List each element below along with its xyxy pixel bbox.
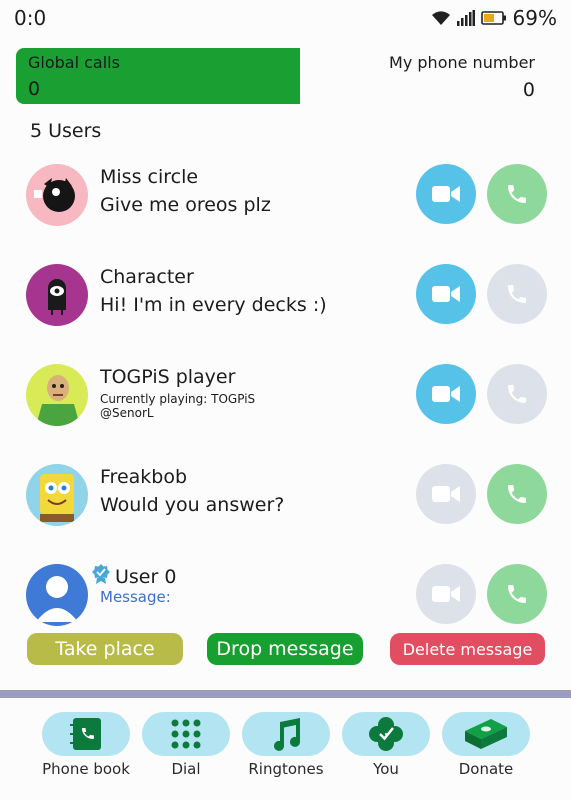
voice-call-button[interactable] — [487, 164, 547, 224]
video-call-button[interactable] — [416, 264, 476, 324]
dial-pad-icon — [171, 719, 201, 749]
voice-call-button[interactable] — [487, 564, 547, 624]
voice-call-button[interactable] — [487, 464, 547, 524]
global-calls-card: Global calls 0 — [16, 48, 300, 104]
verified-badge-icon — [92, 564, 110, 584]
user-name: TOGPiS player — [100, 366, 236, 388]
phone-icon — [508, 285, 526, 303]
user-message: Message: — [100, 588, 171, 606]
nav-pill — [442, 712, 530, 756]
video-call-button[interactable] — [416, 164, 476, 224]
nav-label: Phone book — [42, 760, 130, 778]
drop-message-button[interactable]: Drop message — [207, 633, 363, 665]
nav-pill — [342, 712, 430, 756]
phone-icon — [508, 585, 526, 603]
clover-check-icon — [369, 717, 403, 751]
nav-pill — [42, 712, 130, 756]
nav-pill — [142, 712, 230, 756]
avatar — [26, 464, 88, 526]
list-item[interactable]: Character Hi! I'm in every decks :) — [0, 264, 571, 344]
phone-icon — [508, 485, 526, 503]
user-name: Freakbob — [100, 466, 188, 488]
users-count: 5 Users — [30, 120, 102, 142]
list-item[interactable]: Miss circle Give me oreos plz — [0, 164, 571, 244]
take-place-button[interactable]: Take place — [27, 633, 183, 665]
music-note-icon — [274, 718, 300, 751]
avatar — [26, 564, 88, 626]
nav-phone-book[interactable]: Phone book — [42, 712, 132, 792]
list-item[interactable]: TOGPiS player Currently playing: TOGPiS … — [0, 364, 571, 444]
divider — [0, 690, 571, 698]
nav-label: Dial — [171, 760, 201, 778]
user-message: Hi! I'm in every decks :) — [100, 294, 327, 316]
list-item[interactable]: Freakbob Would you answer? — [0, 464, 571, 544]
video-camera-icon — [432, 386, 460, 402]
status-bar: 0:0 69% — [0, 0, 571, 36]
global-calls-label: Global calls — [28, 53, 120, 72]
nav-you[interactable]: You — [342, 712, 432, 792]
user-message: Give me oreos plz — [100, 194, 271, 216]
voice-call-button[interactable] — [487, 264, 547, 324]
status-time: 0:0 — [14, 6, 47, 30]
phone-number-value: 0 — [522, 79, 535, 101]
video-camera-icon — [432, 186, 460, 202]
nav-donate[interactable]: Donate — [442, 712, 532, 792]
avatar — [26, 364, 88, 426]
video-camera-icon — [432, 586, 460, 602]
user-message: Currently playing: TOGPiS @SenorL — [100, 392, 256, 420]
battery-percent: 69% — [512, 6, 557, 30]
avatar — [26, 264, 88, 326]
nav-label: You — [373, 760, 399, 778]
user-name: User 0 — [115, 566, 177, 588]
delete-message-button[interactable]: Delete message — [390, 633, 545, 665]
battery-icon — [480, 11, 507, 25]
phone-icon — [508, 385, 526, 403]
list-item[interactable]: User 0 Message: — [0, 564, 571, 644]
voice-call-button[interactable] — [487, 364, 547, 424]
video-call-button[interactable] — [416, 464, 476, 524]
video-call-button[interactable] — [416, 364, 476, 424]
user-name: Character — [100, 266, 194, 288]
video-call-button[interactable] — [416, 564, 476, 624]
avatar — [26, 164, 88, 226]
money-icon — [465, 719, 507, 749]
status-icons: 69% — [431, 6, 557, 30]
signal-icon — [456, 10, 475, 26]
nav-dial[interactable]: Dial — [142, 712, 232, 792]
nav-pill — [242, 712, 330, 756]
nav-label: Ringtones — [248, 760, 324, 778]
user-message: Would you answer? — [100, 494, 285, 516]
phone-icon — [508, 185, 526, 203]
phone-book-icon — [70, 718, 101, 750]
nav-label: Donate — [458, 760, 514, 778]
nav-ringtones[interactable]: Ringtones — [242, 712, 332, 792]
video-camera-icon — [432, 286, 460, 302]
wifi-icon — [431, 10, 451, 26]
user-name: Miss circle — [100, 166, 199, 188]
global-calls-value: 0 — [28, 78, 41, 100]
phone-number-label: My phone number — [389, 53, 535, 72]
video-camera-icon — [432, 486, 460, 502]
